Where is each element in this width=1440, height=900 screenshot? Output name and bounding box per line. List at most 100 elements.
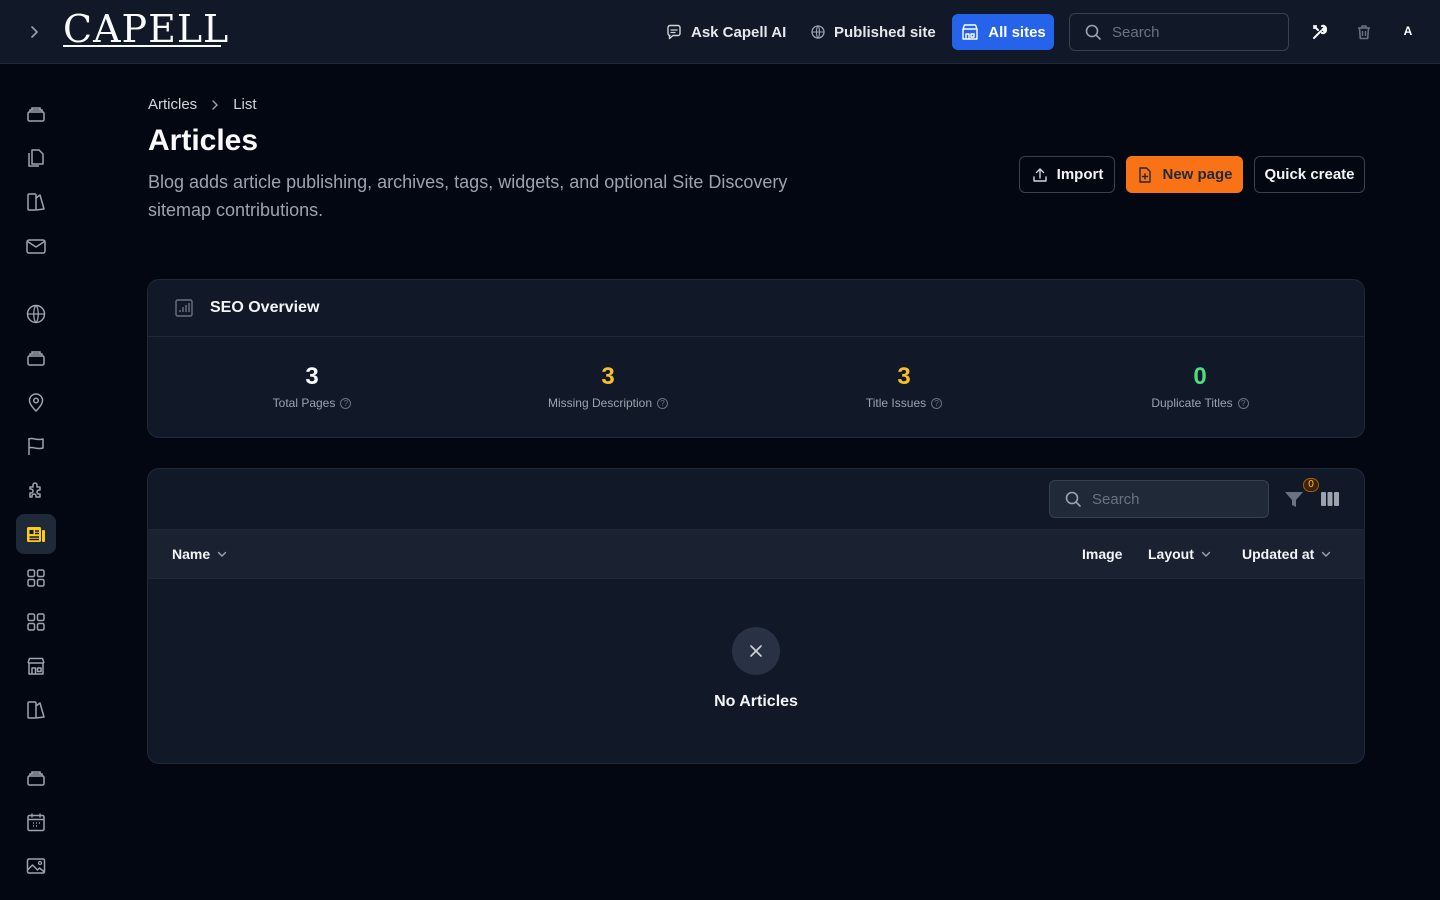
expand-sidebar-button[interactable] <box>22 20 46 44</box>
stack-icon <box>27 771 45 786</box>
empty-state-icon <box>732 627 780 675</box>
trash-icon <box>1358 25 1370 40</box>
columns-icon[interactable] <box>1319 488 1341 510</box>
sidebar-item-stack-1[interactable] <box>16 94 56 134</box>
chevron-down-icon <box>217 551 227 557</box>
close-icon <box>750 645 762 657</box>
sidebar-item-flag[interactable] <box>16 426 56 466</box>
new-page-label: New page <box>1162 166 1233 183</box>
puzzle-icon <box>29 482 41 498</box>
stat-label: Total Pages? <box>164 396 460 410</box>
breadcrumb: Articles List <box>148 96 257 113</box>
sidebar-item-grid-1[interactable] <box>16 558 56 598</box>
user-avatar[interactable]: A <box>1396 19 1420 43</box>
empty-state-text: No Articles <box>714 693 798 710</box>
import-label: Import <box>1056 166 1104 183</box>
calendar-icon <box>27 813 45 832</box>
stat-label: Missing Description? <box>460 396 756 410</box>
sidebar-item-media[interactable] <box>16 846 56 886</box>
sidebar-item-articles[interactable] <box>16 514 56 554</box>
seo-overview-card: SEO Overview 3 Total Pages? 3 Missing De… <box>147 279 1365 438</box>
stat-value: 3 <box>305 363 319 390</box>
column-layout[interactable]: Layout <box>1148 546 1212 562</box>
new-page-button[interactable]: New page <box>1126 156 1243 193</box>
breadcrumb-list: List <box>233 96 257 113</box>
search-icon <box>1065 491 1081 507</box>
page-title: Articles <box>148 124 259 157</box>
top-bar: CAPELL Ask Capell AI Published site All … <box>0 0 1440 64</box>
stat-label-text: Title Issues <box>865 396 927 410</box>
chevron-right-icon <box>31 26 38 38</box>
stat-label-text: Duplicate Titles <box>1151 396 1233 410</box>
global-search[interactable] <box>1069 13 1289 51</box>
column-updated-at-label: Updated at <box>1242 546 1315 562</box>
table-toolbar: 0 <box>148 469 1364 530</box>
help-icon[interactable]: ? <box>657 397 669 409</box>
column-image: Image <box>1082 546 1122 562</box>
globe-icon <box>26 304 46 324</box>
forms-icon <box>27 701 45 719</box>
chart-icon <box>175 299 193 317</box>
sidebar-item-pages[interactable] <box>16 138 56 178</box>
breadcrumb-articles[interactable]: Articles <box>148 96 197 113</box>
global-search-input[interactable] <box>1112 23 1252 41</box>
sidebar-item-location[interactable] <box>16 382 56 422</box>
stack-icon <box>27 107 45 122</box>
sidebar-item-calendar[interactable] <box>16 802 56 842</box>
stat-missing-description: 3 Missing Description? <box>460 360 756 410</box>
sidebar-item-globe[interactable] <box>16 294 56 334</box>
filter-icon[interactable] <box>1283 487 1305 511</box>
document-plus-icon <box>1139 166 1152 183</box>
flag-icon <box>28 437 44 455</box>
trash-button[interactable] <box>1352 20 1376 44</box>
sidebar-item-grid-2[interactable] <box>16 602 56 642</box>
grid-icon <box>27 613 45 631</box>
help-icon[interactable]: ? <box>340 397 352 409</box>
stat-value: 0 <box>1193 363 1207 390</box>
column-updated-at[interactable]: Updated at <box>1242 546 1332 562</box>
stack-icon <box>27 351 45 366</box>
column-image-label: Image <box>1082 546 1123 562</box>
ask-ai-button[interactable]: Ask Capell AI <box>665 20 786 44</box>
forms-icon <box>27 193 45 211</box>
stat-duplicate-titles: 0 Duplicate Titles? <box>1052 360 1348 410</box>
table-header: Name Image Layout Updated at <box>148 530 1364 579</box>
ask-ai-label: Ask Capell AI <box>691 23 787 41</box>
logo-underline <box>63 45 221 47</box>
stat-value: 3 <box>601 363 615 390</box>
pages-icon <box>28 149 44 167</box>
help-icon[interactable]: ? <box>931 397 943 409</box>
sidebar-item-forms-1[interactable] <box>16 182 56 222</box>
mail-icon <box>26 239 46 254</box>
published-site-button[interactable]: Published site <box>810 20 936 44</box>
app-logo[interactable]: CAPELL <box>63 9 229 49</box>
chevron-down-icon <box>1201 551 1211 557</box>
quick-create-button[interactable]: Quick create <box>1254 156 1365 193</box>
tools-icon <box>1313 24 1327 39</box>
chevron-down-icon <box>1322 551 1331 557</box>
seo-overview-title: SEO Overview <box>210 299 320 316</box>
stat-total-pages: 3 Total Pages? <box>164 360 460 410</box>
import-button[interactable]: Import <box>1019 156 1115 193</box>
chat-icon <box>667 24 681 40</box>
column-name[interactable]: Name <box>172 546 228 562</box>
tools-button[interactable] <box>1308 20 1332 44</box>
sidebar-item-mail[interactable] <box>16 226 56 266</box>
all-sites-button[interactable]: All sites <box>952 14 1054 50</box>
stat-label: Duplicate Titles? <box>1052 396 1348 410</box>
sidebar-item-store[interactable] <box>16 646 56 686</box>
stat-title-issues: 3 Title Issues? <box>756 360 1052 410</box>
sidebar-item-stack-3[interactable] <box>16 758 56 798</box>
sidebar-item-stack-2[interactable] <box>16 338 56 378</box>
published-site-label: Published site <box>834 23 936 41</box>
chevron-right-icon <box>212 99 219 110</box>
store-icon <box>27 657 45 675</box>
help-icon[interactable]: ? <box>1237 397 1249 409</box>
image-icon <box>26 858 46 874</box>
table-search-input[interactable] <box>1092 490 1232 508</box>
sidebar-item-forms-2[interactable] <box>16 690 56 730</box>
table-search[interactable] <box>1049 480 1269 518</box>
sidebar-item-plugins[interactable] <box>16 470 56 510</box>
newspaper-icon <box>27 527 45 542</box>
stat-label: Title Issues? <box>756 396 1052 410</box>
